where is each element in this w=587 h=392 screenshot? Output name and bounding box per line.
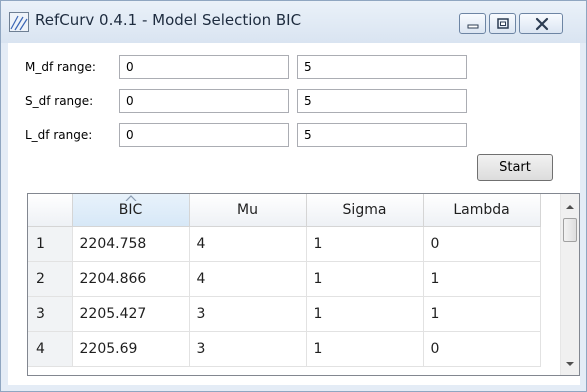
window-title: RefCurv 0.4.1 - Model Selection BIC — [35, 11, 302, 29]
minimize-icon — [467, 24, 479, 29]
m-df-high-input[interactable] — [297, 55, 467, 79]
row-number[interactable]: 1 — [28, 226, 73, 262]
l-df-low-input[interactable] — [119, 123, 289, 147]
s-df-high-input[interactable] — [297, 89, 467, 113]
app-icon — [9, 12, 29, 32]
start-button[interactable]: Start — [477, 154, 553, 181]
corner-header[interactable] — [28, 194, 73, 227]
scroll-up-arrow-icon[interactable] — [561, 198, 579, 216]
column-header-label: BIC — [118, 201, 143, 218]
column-header-sigma[interactable]: Sigma — [306, 194, 424, 227]
sigma-cell[interactable]: 1 — [306, 261, 424, 297]
scroll-thumb[interactable] — [563, 218, 577, 242]
lambda-cell[interactable]: 1 — [423, 296, 541, 332]
row-number[interactable]: 2 — [28, 261, 73, 297]
table-row[interactable]: 1 2204.758 4 1 0 — [28, 226, 541, 262]
vertical-scrollbar[interactable] — [560, 194, 579, 375]
maximize-icon — [497, 18, 509, 29]
sort-ascending-icon — [125, 195, 136, 201]
model-selection-window: RefCurv 0.4.1 - Model Selection BIC M_df… — [0, 0, 587, 392]
close-button[interactable] — [519, 13, 563, 34]
row-number[interactable]: 3 — [28, 296, 73, 332]
maximize-button[interactable] — [489, 13, 516, 34]
column-header-label: Sigma — [342, 201, 387, 218]
title-bar[interactable]: RefCurv 0.4.1 - Model Selection BIC — [1, 1, 586, 43]
lambda-cell[interactable]: 0 — [423, 226, 541, 262]
scroll-down-arrow-icon[interactable] — [561, 355, 579, 373]
table-row[interactable]: 3 2205.427 3 1 1 — [28, 296, 541, 332]
lambda-cell[interactable]: 0 — [423, 331, 541, 367]
bic-cell[interactable]: 2204.866 — [72, 261, 190, 297]
close-icon — [535, 17, 549, 31]
table-row[interactable]: 2 2204.866 4 1 1 — [28, 261, 541, 297]
l-df-high-input[interactable] — [297, 123, 467, 147]
column-header-label: Lambda — [453, 201, 510, 218]
bic-cell[interactable]: 2204.758 — [72, 226, 190, 262]
mu-cell[interactable]: 4 — [189, 261, 307, 297]
column-header-mu[interactable]: Mu — [189, 194, 307, 227]
sigma-cell[interactable]: 1 — [306, 226, 424, 262]
results-grid: BIC Mu Sigma Lambda 1 2204.758 4 1 0 2 2… — [28, 194, 541, 367]
l-df-range-label: L_df range: — [25, 128, 93, 142]
m-df-low-input[interactable] — [119, 55, 289, 79]
mu-cell[interactable]: 4 — [189, 226, 307, 262]
results-table[interactable]: BIC Mu Sigma Lambda 1 2204.758 4 1 0 2 2… — [27, 193, 580, 376]
bic-cell[interactable]: 2205.69 — [72, 331, 190, 367]
column-header-bic[interactable]: BIC — [72, 194, 190, 227]
bic-cell[interactable]: 2205.427 — [72, 296, 190, 332]
s-df-range-label: S_df range: — [25, 94, 94, 108]
row-number[interactable]: 4 — [28, 331, 73, 367]
m-df-range-label: M_df range: — [25, 60, 96, 74]
table-header-row: BIC Mu Sigma Lambda — [28, 194, 541, 227]
lambda-cell[interactable]: 1 — [423, 261, 541, 297]
s-df-low-input[interactable] — [119, 89, 289, 113]
minimize-button[interactable] — [459, 13, 486, 34]
mu-cell[interactable]: 3 — [189, 331, 307, 367]
sigma-cell[interactable]: 1 — [306, 331, 424, 367]
table-row[interactable]: 4 2205.69 3 1 0 — [28, 331, 541, 367]
mu-cell[interactable]: 3 — [189, 296, 307, 332]
column-header-lambda[interactable]: Lambda — [423, 194, 541, 227]
sigma-cell[interactable]: 1 — [306, 296, 424, 332]
column-header-label: Mu — [237, 201, 258, 218]
client-area: M_df range: S_df range: L_df range: Star… — [8, 43, 580, 385]
